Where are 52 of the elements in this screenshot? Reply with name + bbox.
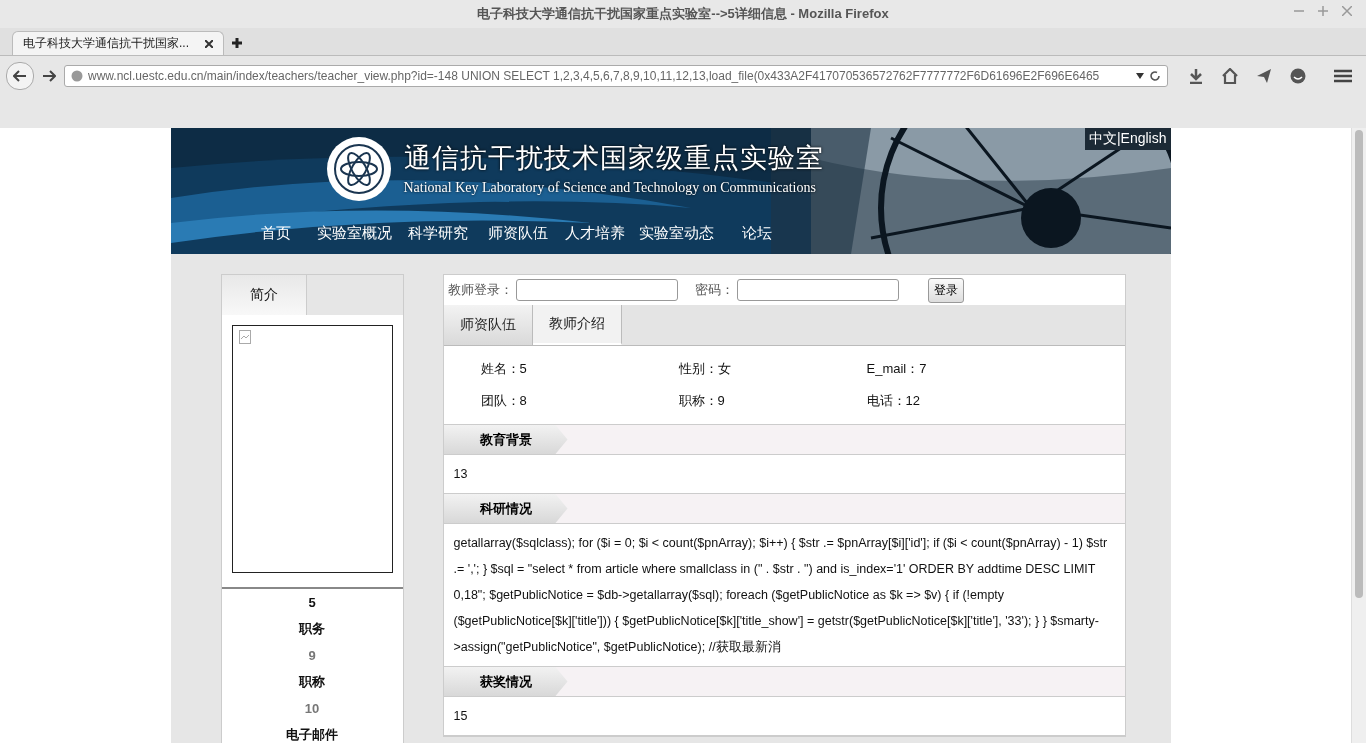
username-field[interactable] — [515, 279, 678, 301]
smiley-icon[interactable] — [1290, 68, 1306, 84]
forward-icon[interactable] — [42, 70, 56, 82]
nav-link[interactable]: 人才培养 — [557, 216, 632, 251]
nav-link[interactable]: 论坛 — [721, 216, 792, 251]
send-icon[interactable] — [1256, 68, 1272, 84]
info-text: 团队：8 — [480, 392, 528, 410]
field-label: 职务 — [299, 620, 325, 638]
teacher-name: 5 — [308, 595, 316, 610]
nav-link[interactable]: 首页 — [240, 216, 311, 251]
login-button[interactable]: 登录 — [927, 277, 964, 303]
field-value: 9 — [308, 648, 316, 663]
browser-tab[interactable]: 电子科技大学通信抗干扰国家... — [12, 31, 224, 55]
nav-link[interactable]: 实验室动态 — [631, 216, 722, 251]
info-text: 职称：9 — [678, 392, 726, 410]
nav-link[interactable]: 师资队伍 — [477, 216, 558, 251]
info-text: 电话：12 — [866, 392, 921, 410]
address-field[interactable]: www.ncl.uestc.edu.cn/main/index/teachers/teacher_view.php?id=-148 UNION SELECT 1,2,3,4,5,6,7,8,9,10,11,12,13,load_file(0x433A2F417070536572762F7777772F6D61696E2F696E6465 — [64, 65, 1168, 87]
info-text: E_mail：7 — [866, 360, 928, 378]
globe-icon — [71, 70, 83, 82]
language-link[interactable]: 中文|English — [1084, 128, 1171, 150]
sidebar-tab[interactable]: 简介 — [221, 275, 307, 315]
breadcrumb-link[interactable]: 师资队伍 — [443, 305, 533, 345]
field-label: 电子邮件 — [286, 726, 338, 743]
home-icon[interactable] — [1222, 68, 1238, 84]
broken-image-icon — [238, 330, 251, 344]
site-subtitle: National Key Laboratory of Science and Technology on Communications — [403, 180, 817, 196]
section-title: 获奖情况 — [443, 667, 568, 696]
password-label: 密码： — [694, 281, 734, 299]
reload-icon[interactable] — [1149, 70, 1161, 82]
section-title: 科研情况 — [443, 494, 568, 523]
download-icon[interactable] — [1188, 68, 1204, 84]
menu-icon[interactable] — [1334, 68, 1352, 84]
site-title: 通信抗干扰技术国家级重点实验室 — [403, 142, 824, 175]
logo-icon — [325, 136, 392, 202]
window-title: 电子科技大学通信抗干扰国家重点实验室-->5详细信息 - Mozilla Firefox — [477, 5, 889, 23]
back-arrow-icon[interactable] — [13, 70, 27, 82]
plus-icon[interactable] — [232, 38, 242, 48]
section-text: 15 — [443, 697, 1125, 736]
info-text: 姓名：5 — [480, 360, 528, 378]
close-icon[interactable] — [205, 39, 213, 48]
field-value: 10 — [304, 701, 320, 716]
field-label: 职称 — [299, 673, 325, 691]
section-title: 教育背景 — [443, 425, 568, 454]
password-field[interactable] — [736, 279, 899, 301]
breadcrumb-link[interactable]: 教师介绍 — [532, 305, 622, 345]
nav-link[interactable]: 科学研究 — [397, 216, 478, 251]
back-button[interactable] — [6, 62, 34, 90]
nav-link[interactable]: 实验室概况 — [310, 216, 398, 251]
info-text: 性别：女 — [678, 360, 732, 378]
login-label: 教师登录： — [447, 281, 513, 299]
dropdown-icon[interactable] — [1136, 73, 1144, 79]
